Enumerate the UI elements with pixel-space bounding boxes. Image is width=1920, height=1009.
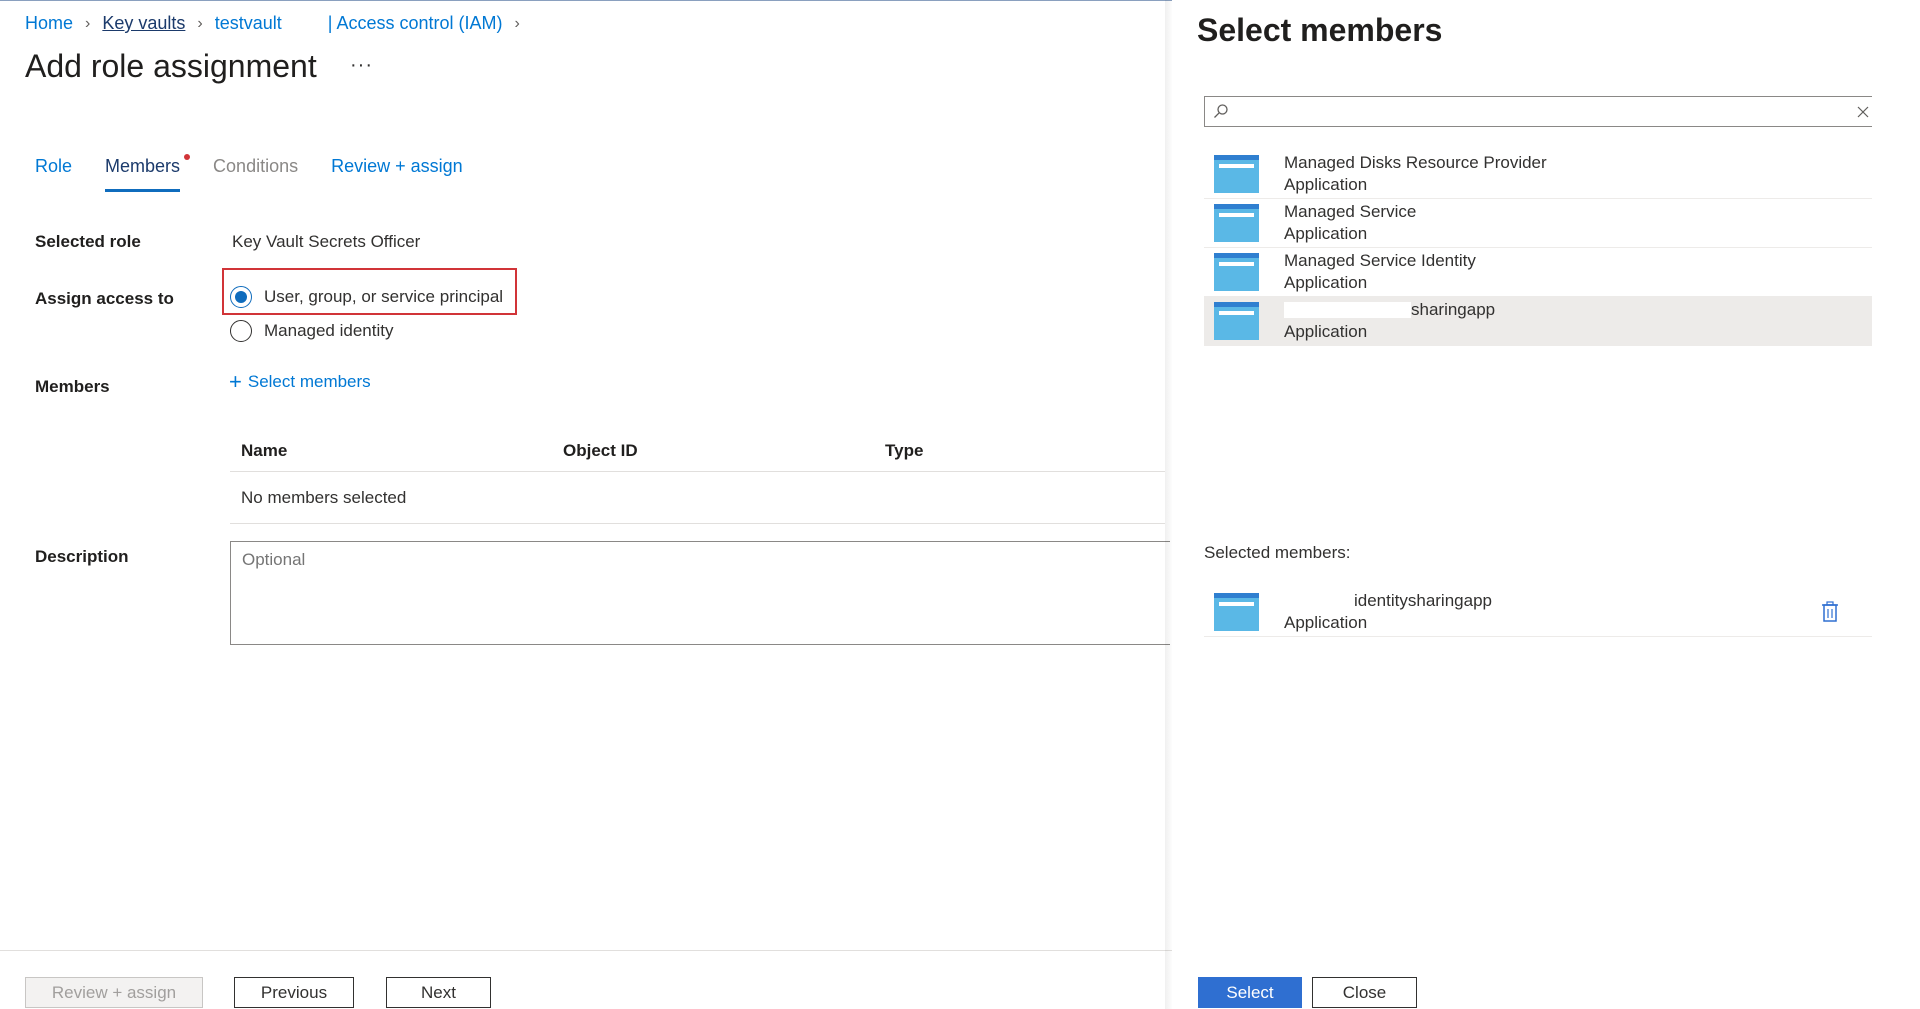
radio-user-group-sp-label: User, group, or service principal	[264, 287, 504, 306]
item-name: identitysharingapp	[1354, 591, 1492, 610]
breadcrumb-iam[interactable]: | Access control (IAM)	[328, 13, 503, 34]
members-table: Name Object ID Type No members selected	[230, 430, 1165, 524]
item-type: Application	[1284, 273, 1368, 292]
tab-review-assign[interactable]: Review + assign	[331, 156, 463, 192]
members-label: Members	[35, 377, 110, 396]
application-icon	[1214, 204, 1259, 242]
column-header-name[interactable]: Name	[230, 441, 552, 461]
panel-title: Select members	[1197, 12, 1443, 48]
chevron-right-icon: ›	[197, 14, 203, 32]
radio-unchecked-icon[interactable]	[230, 320, 252, 342]
tab-members-label: Members	[105, 156, 181, 176]
item-name: Managed Disks Resource Provider	[1284, 153, 1547, 172]
breadcrumb-key-vaults[interactable]: Key vaults	[102, 13, 185, 34]
item-name: Managed Service Identity	[1284, 251, 1476, 270]
list-item[interactable]: Managed Service Application	[1204, 199, 1872, 248]
breadcrumb-home[interactable]: Home	[25, 13, 73, 34]
page-title: Add role assignment	[25, 48, 317, 84]
column-header-object-id[interactable]: Object ID	[552, 441, 874, 461]
breadcrumb: Home › Key vaults › testvault | Access c…	[25, 13, 532, 34]
item-name: Managed Service	[1284, 202, 1417, 221]
selected-role-value: Key Vault Secrets Officer	[232, 232, 421, 251]
next-button[interactable]: Next	[386, 977, 491, 1008]
list-item-selected[interactable]: sharingapp Application	[1204, 297, 1872, 346]
close-button[interactable]: Close	[1312, 977, 1417, 1008]
selected-member-item: identitysharingapp Application	[1204, 588, 1872, 637]
more-options-icon[interactable]: ···	[350, 54, 373, 77]
application-icon	[1214, 155, 1259, 193]
item-name: sharingapp	[1411, 300, 1496, 319]
item-type: Application	[1284, 224, 1368, 243]
clear-icon[interactable]	[1856, 105, 1870, 119]
previous-button[interactable]: Previous	[234, 977, 354, 1008]
select-members-link[interactable]: + Select members	[229, 371, 371, 393]
empty-message: No members selected	[241, 487, 407, 507]
list-item[interactable]: Managed Service Identity Application	[1204, 248, 1872, 297]
selected-members-label: Selected members:	[1204, 543, 1351, 562]
radio-managed-identity[interactable]: Managed identity	[230, 320, 393, 342]
item-type: Application	[1284, 322, 1368, 341]
search-icon	[1214, 104, 1228, 118]
description-label: Description	[35, 547, 129, 566]
page: Home › Key vaults › testvault | Access c…	[0, 0, 1920, 1009]
selected-role-label: Selected role	[35, 232, 141, 251]
select-members-panel: Select members Managed Disks Resource Pr…	[1172, 0, 1872, 1009]
tab-conditions[interactable]: Conditions	[213, 156, 298, 192]
selected-members-list: identitysharingapp Application	[1204, 588, 1872, 637]
radio-managed-identity-label: Managed identity	[264, 321, 394, 340]
tab-role[interactable]: Role	[35, 156, 72, 192]
plus-icon: +	[229, 369, 242, 394]
tab-members[interactable]: Members	[105, 154, 191, 192]
search-input[interactable]	[1204, 96, 1872, 127]
table-header: Name Object ID Type	[230, 430, 1165, 472]
trash-icon[interactable]	[1820, 601, 1840, 623]
redacted-text	[1284, 302, 1411, 318]
required-dot-icon	[184, 154, 191, 160]
column-header-type[interactable]: Type	[874, 441, 923, 461]
radio-checked-icon[interactable]	[230, 286, 252, 308]
review-assign-button[interactable]: Review + assign	[25, 977, 203, 1008]
application-icon	[1214, 593, 1259, 631]
assign-access-label: Assign access to	[35, 289, 174, 308]
item-type: Application	[1284, 613, 1368, 632]
chevron-right-icon: ›	[514, 14, 520, 32]
results-list: Managed Disks Resource Provider Applicat…	[1204, 150, 1872, 346]
chevron-right-icon: ›	[85, 14, 91, 32]
breadcrumb-vault[interactable]: testvault	[215, 13, 282, 34]
select-members-label: Select members	[247, 372, 371, 391]
item-type: Application	[1284, 175, 1368, 194]
tab-bar: Role Members Conditions Review + assign	[35, 154, 496, 192]
description-field[interactable]	[230, 541, 1170, 645]
table-row: No members selected	[230, 472, 1165, 524]
radio-user-group-sp[interactable]: User, group, or service principal	[230, 286, 503, 308]
main-pane: Home › Key vaults › testvault | Access c…	[0, 0, 1860, 1009]
application-icon	[1214, 302, 1259, 340]
list-item[interactable]: Managed Disks Resource Provider Applicat…	[1204, 150, 1872, 199]
select-button[interactable]: Select	[1198, 977, 1302, 1008]
application-icon	[1214, 253, 1259, 291]
